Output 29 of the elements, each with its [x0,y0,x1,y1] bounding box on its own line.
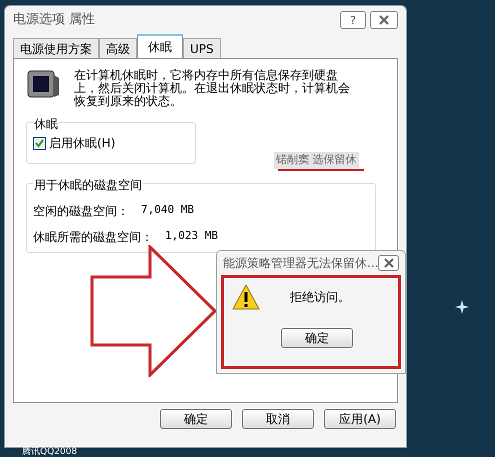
close-icon [378,15,390,25]
tab[interactable]: 电源使用方案 [13,38,99,58]
window-title: 电源选项 属性 [13,11,96,30]
description-text: 在计算机休眠时，它将内存中所有信息保存到硬盘上，然后关闭计算机。在退出休眠状态时，计算机会恢复到原来的状态。 [74,69,351,108]
help-button[interactable]: ? [340,11,366,29]
message-text: 拒绝访问。 [290,289,350,306]
ok-button[interactable]: 确定 [281,328,353,348]
close-button[interactable] [378,255,399,271]
checkbox[interactable] [33,136,46,150]
garbled-text: 锘剮窦 选保留休 [274,152,358,168]
disk-label: 休眠所需的磁盘空间： [33,228,153,246]
tab[interactable]: UPS [183,38,221,58]
dialog-button[interactable]: 确定 [160,409,232,429]
dialog-button[interactable]: 应用(A) [324,409,396,429]
close-icon [382,258,395,268]
dialog-button[interactable]: 取消 [242,409,314,429]
disk-value: 1,023 MB [165,228,218,244]
message-title: 能源策略管理器无法保留休... [223,255,378,272]
warning-icon [232,284,260,310]
tab[interactable]: 休眠 [137,34,183,58]
group-title: 用于休眠的磁盘空间 [33,176,143,194]
disk-label: 空闲的磁盘空间： [33,202,129,220]
star-icon [455,300,469,314]
desktop-label: 腾讯QQ2008 [22,447,78,457]
tab[interactable]: 高级 [99,38,137,58]
checkbox-label: 启用休眠(H) [49,135,116,152]
disk-value: 7,040 MB [141,202,194,218]
close-button[interactable] [370,11,398,29]
check-icon [35,138,44,148]
